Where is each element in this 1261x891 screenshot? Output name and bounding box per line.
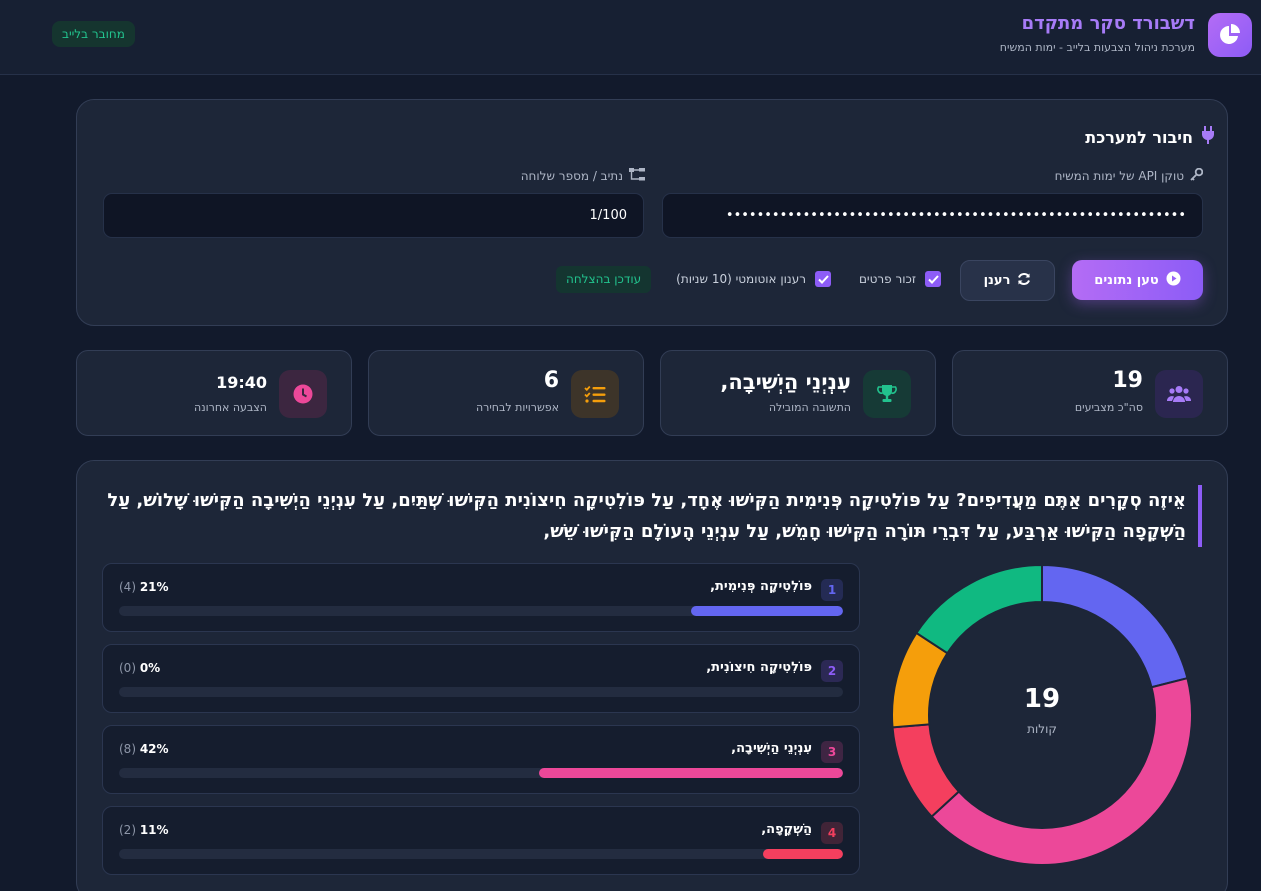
refresh-icon: [1017, 272, 1031, 290]
option-progress-fill: [538, 768, 843, 778]
path-label-text: נתיב / מספר שלוחה: [520, 169, 623, 183]
plug-icon: [1201, 126, 1215, 148]
option-row: 4 הַשְׁקָפָה, (2) 11%: [102, 806, 860, 875]
option-count: (8): [119, 742, 136, 756]
option-percentage: (8) 42%: [119, 742, 169, 756]
option-number: 1: [821, 579, 843, 601]
load-data-label: טען נתונים: [1094, 272, 1159, 288]
donut-center: 19 קולות: [967, 684, 1117, 736]
option-row: 1 פּוֹלִטִיקָה פְּנִימִית, (4) 21%: [102, 563, 860, 632]
stat-total-voters: 19 סה"כ מצביעים: [952, 350, 1228, 436]
option-progress-fill: [763, 849, 843, 859]
donut-slice: [1041, 565, 1189, 689]
pie-chart-icon: [1208, 13, 1252, 57]
donut-total-label: קולות: [1027, 722, 1057, 736]
option-label: פּוֹלִטִיקָה חִיצוֹנִית,: [706, 660, 812, 675]
stat-label: אפשרויות לבחירה: [475, 401, 559, 414]
stat-value: עִנְיְנֵי הַיְשִׁיבָה,: [720, 370, 851, 394]
connection-title: חיבור למערכת: [1085, 126, 1215, 148]
question-text: אֵיזֶה סְקָרִים אַתֶּם מַעֲדִיפִים? עַל …: [97, 485, 1202, 547]
donut-slice: [915, 565, 1043, 655]
donut-total-value: 19: [1023, 684, 1061, 714]
option-progress-track: [119, 606, 843, 616]
option-label: עִנְיְנֵי הַיְשִׁיבָה,: [731, 741, 812, 756]
option-progress-track: [119, 687, 843, 697]
connection-title-text: חיבור למערכת: [1085, 127, 1193, 147]
update-status-badge: עודכן בהצלחה: [556, 266, 652, 293]
autorefresh-toggle[interactable]: רענון אוטומטי (10 שניות): [676, 271, 831, 287]
app-title: דשבורד סקר מתקדם: [1021, 13, 1195, 34]
play-circle-icon: [1166, 271, 1181, 290]
live-status-badge: מחובר בלייב: [52, 21, 135, 47]
option-number: 4: [821, 822, 843, 844]
autorefresh-label: רענון אוטומטי (10 שניות): [676, 272, 806, 286]
option-label: פּוֹלִטִיקָה פְּנִימִית,: [710, 579, 812, 594]
stat-value: 6: [543, 368, 559, 393]
refresh-button[interactable]: רענן: [960, 260, 1055, 301]
stat-last-vote: 19:40 הצבעה אחרונה: [76, 350, 352, 436]
option-percent-value: 21%: [139, 580, 169, 594]
autorefresh-checkbox[interactable]: [815, 271, 831, 287]
option-number: 3: [821, 741, 843, 763]
stat-label: התשובה המובילה: [768, 401, 851, 414]
stat-options-count: 6 אפשרויות לבחירה: [368, 350, 644, 436]
option-count: (0): [119, 661, 136, 675]
app-subtitle: מערכת ניהול הצבעות בלייב - ימות המשיח: [999, 41, 1195, 54]
users-icon: [1155, 370, 1203, 418]
stat-leading-answer: עִנְיְנֵי הַיְשִׁיבָה, התשובה המובילה: [660, 350, 936, 436]
load-data-button[interactable]: טען נתונים: [1072, 260, 1203, 300]
option-progress-fill: [690, 606, 843, 616]
option-number: 2: [821, 660, 843, 682]
option-percentage: (2) 11%: [119, 823, 169, 837]
results-panel: אֵיזֶה סְקָרִים אַתֶּם מַעֲדִיפִים? עַל …: [76, 460, 1228, 891]
option-row: 3 עִנְיְנֵי הַיְשִׁיבָה, (8) 42%: [102, 725, 860, 794]
top-bar: דשבורד סקר מתקדם מערכת ניהול הצבעות בליי…: [0, 0, 1261, 75]
token-label-text: טוקן API של ימות המשיח: [1054, 169, 1184, 183]
key-icon: [1190, 167, 1204, 184]
refresh-label: רענן: [983, 273, 1011, 288]
option-label: הַשְׁקָפָה,: [761, 822, 812, 837]
option-percentage: (0) 0%: [119, 661, 160, 675]
trophy-icon: [863, 370, 911, 418]
connection-panel: חיבור למערכת טוקן API של ימות המשיח ••••…: [76, 99, 1228, 326]
option-progress-track: [119, 768, 843, 778]
list-check-icon: [571, 370, 619, 418]
option-count: (2): [119, 823, 136, 837]
option-count: (4): [119, 580, 136, 594]
stat-value: 19: [1112, 368, 1143, 393]
stat-label: סה"כ מצביעים: [1074, 401, 1143, 414]
option-row: 2 פּוֹלִטִיקָה חִיצוֹנִית, (0) 0%: [102, 644, 860, 713]
path-input[interactable]: 1/100: [103, 193, 644, 238]
stat-label: הצבעה אחרונה: [194, 401, 267, 414]
token-label: טוקן API של ימות המשיח: [1054, 167, 1204, 184]
option-percent-value: 11%: [139, 823, 169, 837]
stat-value: 19:40: [216, 373, 267, 392]
clock-icon: [279, 370, 327, 418]
option-percent-value: 42%: [139, 742, 169, 756]
remember-checkbox[interactable]: [925, 271, 941, 287]
option-progress-track: [119, 849, 843, 859]
remember-label: זכור פרטים: [858, 272, 916, 286]
token-input[interactable]: ••••••••••••••••••••••••••••••••••••••••…: [662, 193, 1203, 238]
remember-toggle[interactable]: זכור פרטים: [859, 271, 941, 287]
path-label: נתיב / מספר שלוחה: [521, 168, 645, 184]
option-percent-value: 0%: [139, 661, 161, 675]
sitemap-icon: [629, 168, 645, 184]
option-percentage: (4) 21%: [119, 580, 169, 594]
